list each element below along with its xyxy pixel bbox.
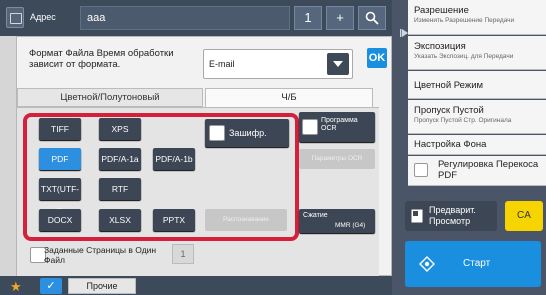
start-label: Старт [463, 258, 491, 269]
pdfa1b-button[interactable]: PDF/A-1b [153, 148, 195, 170]
count-button[interactable]: 1 [294, 6, 322, 30]
sidebar-item-label: Настройка Фона [414, 139, 487, 150]
xlsx-button[interactable]: XLSX [99, 209, 141, 231]
sidebar-item-label: Цветной Режим [414, 80, 484, 91]
sidebar-item-color-mode[interactable]: Цветной Режим [408, 71, 546, 99]
format-select-value: E-mail [209, 59, 235, 69]
sidebar-item-resolution[interactable]: Разрешение Изменить Разрешение Передачи [408, 0, 546, 35]
ocr-settings-button: Параметры OCR [299, 149, 375, 169]
search-icon [365, 11, 379, 25]
ok-button[interactable]: OK [367, 48, 387, 68]
ocr-label: Программа OCR [321, 117, 358, 132]
tab-color-grayscale[interactable]: Цветной/Полутоновый [17, 88, 203, 107]
rtf-button[interactable]: RTF [99, 178, 141, 200]
multipage-count[interactable]: 1 [172, 244, 194, 264]
encrypt-checkbox[interactable] [209, 125, 225, 141]
address-input[interactable]: aaa [80, 6, 290, 30]
recognition-button: Распознавание [205, 209, 287, 231]
ca-button[interactable]: CA [505, 201, 543, 231]
sidebar-item-sublabel: Указать Экспозиц. для Передачи [414, 53, 514, 60]
pdfa1a-button[interactable]: PDF/A-1a [99, 148, 141, 170]
chevron-down-icon[interactable] [327, 53, 349, 75]
preview-button[interactable]: Предварит. Просмотр [405, 201, 497, 231]
sidebar-item-label: Экспозиция [414, 41, 466, 52]
address-book-icon[interactable] [6, 7, 24, 28]
sidebar-item-skew-pdf[interactable]: Регулировка Перекоса PDF [408, 156, 546, 186]
preview-icon [411, 209, 423, 223]
ocr-checkbox[interactable] [302, 119, 318, 135]
tiff-button[interactable]: TIFF [39, 118, 81, 140]
start-icon [419, 256, 435, 272]
sidebar-item-sublabel: Пропуск Пустой Стр. Оригинала [414, 117, 512, 124]
sidebar-item-label: Разрешение [414, 5, 469, 16]
pptx-button[interactable]: PPTX [153, 209, 195, 231]
add-button[interactable]: + [326, 6, 354, 30]
address-label[interactable]: Адрес [30, 12, 56, 22]
ocr-toggle[interactable]: Программа OCR [299, 112, 375, 142]
multipage-label: Заданные Страницы в Один Файл [44, 245, 164, 265]
sidebar-item-label: Пропуск Пустой [414, 105, 484, 116]
txt-button[interactable]: TXT(UTF-8) [39, 178, 81, 216]
format-select[interactable]: E-mail [203, 49, 353, 79]
preview-label: Предварит. Просмотр [429, 205, 476, 226]
search-button[interactable] [358, 6, 386, 30]
sidebar-item-background[interactable]: Настройка Фона [408, 135, 546, 155]
sidebar-item-sublabel: Изменить Разрешение Передачи [414, 17, 515, 24]
start-button[interactable]: Старт [405, 241, 541, 287]
sidebar-item-skip-blank[interactable]: Пропуск Пустой Пропуск Пустой Стр. Ориги… [408, 100, 546, 134]
encrypt-toggle[interactable]: Зашифр. [205, 119, 289, 147]
pdf-button[interactable]: PDF [39, 148, 81, 170]
file-format-label: Формат Файла Время обработки зависит от … [29, 48, 174, 70]
skew-checkbox[interactable] [414, 163, 428, 177]
encrypt-label: Зашифр. [229, 128, 267, 138]
compression-button[interactable]: Сжатие MMR (G4) [299, 209, 375, 233]
star-icon[interactable]: ★ [10, 279, 22, 295]
multipage-text: Заданные Страницы в Один Файл [44, 245, 157, 265]
check-icon[interactable]: ✓ [40, 278, 62, 294]
sidebar-item-label: Регулировка Перекоса PDF [438, 159, 539, 181]
xps-button[interactable]: XPS [99, 118, 141, 140]
other-button[interactable]: Прочие [68, 278, 136, 294]
address-bar: Адрес aaa 1 + [0, 0, 392, 36]
docx-button[interactable]: DOCX [39, 209, 81, 231]
format-settings-panel: Формат Файла Время обработки зависит от … [16, 36, 392, 277]
compression-label: Сжатие [303, 212, 328, 219]
sidebar-item-exposure[interactable]: Экспозиция Указать Экспозиц. для Передач… [408, 36, 546, 70]
tab-bw[interactable]: Ч/Б [205, 88, 373, 107]
compression-value: MMR (G4) [335, 222, 366, 229]
